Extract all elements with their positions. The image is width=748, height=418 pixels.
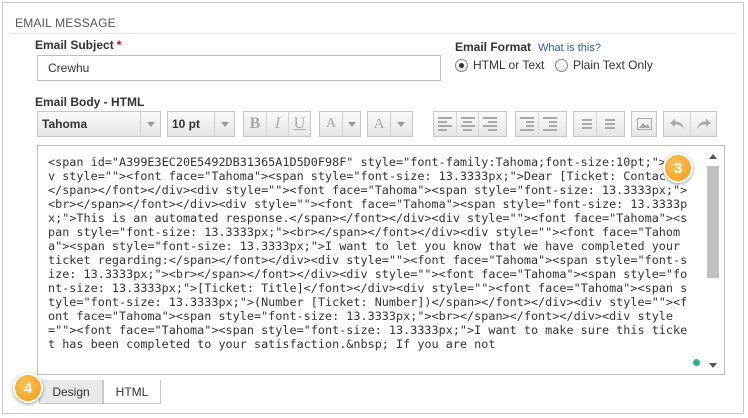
required-marker: * [116,38,122,52]
font-size-menu[interactable]: A [319,111,361,137]
section-divider [9,33,737,34]
tab-design[interactable]: Design [39,380,103,404]
email-subject-label: Email Subject * [35,38,121,52]
scrollbar-thumb[interactable] [707,166,719,278]
callout-badge-3: 3 [663,153,693,183]
scroll-up-arrow-icon[interactable] [709,154,717,159]
tab-html[interactable]: HTML [103,380,161,404]
callout-badge-4: 4 [13,373,43,403]
numbered-list-icon[interactable] [574,112,596,136]
indent-group [515,111,567,137]
email-body-label: Email Body - HTML [35,95,145,109]
text-style-group: B I U [243,111,311,137]
what-is-this-link[interactable]: What is this? [538,42,601,54]
italic-icon[interactable]: I [266,112,288,136]
indent-icon[interactable] [538,112,560,136]
format-option-html-label: HTML or Text [473,58,545,72]
outdent-icon[interactable] [516,112,538,136]
format-option-plain-label: Plain Text Only [573,58,653,72]
underline-icon[interactable]: U [288,112,310,136]
redo-icon[interactable] [690,112,716,136]
status-dot [693,359,700,366]
email-subject-input[interactable] [37,55,441,81]
radio-plain-text[interactable] [555,58,568,72]
font-family-select[interactable]: Tahoma [37,111,161,137]
html-source-editor[interactable]: <span id="A399E3EC20E5492DB31365A1D5D0F9… [37,145,725,375]
align-left-icon[interactable] [434,112,456,136]
font-size-icon[interactable]: A [320,112,342,136]
bullet-list-icon[interactable] [596,112,618,136]
bold-icon[interactable]: B [244,112,266,136]
align-center-icon[interactable] [456,112,478,136]
chevron-down-icon [214,112,234,136]
chevron-down-icon [342,112,360,136]
font-size-value: 10 pt [172,117,201,131]
html-source-text[interactable]: <span id="A399E3EC20E5492DB31365A1D5D0F9… [48,155,693,351]
alignment-group [433,111,507,137]
chevron-down-icon [390,112,410,136]
format-option-plain-text[interactable]: Plain Text Only [555,58,653,72]
font-family-value: Tahoma [42,117,88,131]
font-size-select[interactable]: 10 pt [167,111,235,137]
undo-icon[interactable] [664,112,690,136]
chevron-down-icon [140,112,160,136]
font-color-icon[interactable]: A [368,112,390,136]
image-icon[interactable] [632,112,656,136]
format-option-html[interactable]: HTML or Text [455,58,544,72]
editor-scrollbar[interactable] [706,150,720,372]
list-group [573,111,625,137]
scroll-down-arrow-icon[interactable] [709,363,717,368]
align-right-icon[interactable] [478,112,500,136]
section-title: EMAIL MESSAGE [15,16,116,30]
insert-image-button[interactable] [631,111,657,137]
font-color-menu[interactable]: A [367,111,413,137]
email-message-panel: EMAIL MESSAGE Email Subject* Email Forma… [2,2,744,414]
email-subject-label-text: Email Subject [35,38,114,52]
email-format-label: Email Format [455,40,532,54]
radio-html-selected[interactable] [455,58,468,72]
history-group [663,111,717,137]
